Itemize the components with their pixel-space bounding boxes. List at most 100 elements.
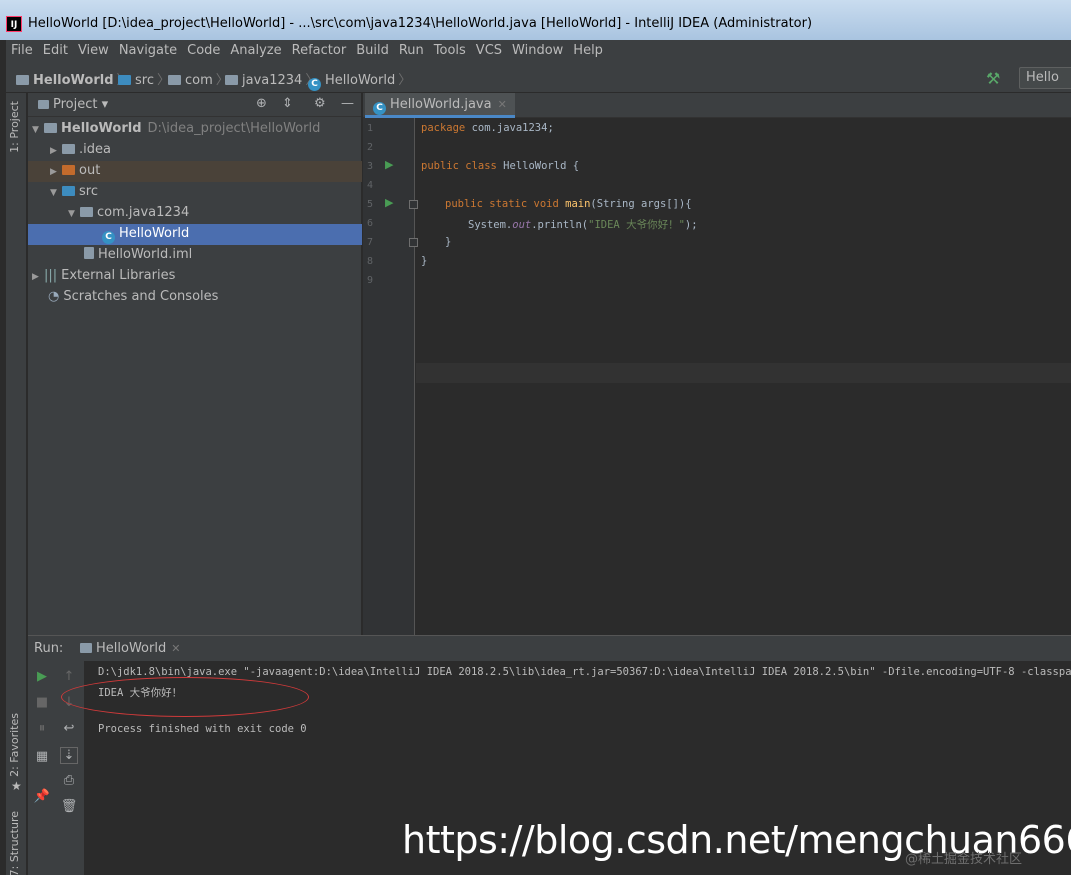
fold-icon[interactable] bbox=[409, 238, 418, 247]
line-number: 3 bbox=[367, 161, 374, 172]
breadcrumb-com[interactable]: com 〉 bbox=[168, 69, 232, 88]
line-number: 6 bbox=[367, 218, 374, 229]
pin-icon[interactable]: 📌 bbox=[33, 789, 51, 804]
breadcrumb-project[interactable]: HelloWorld〉 bbox=[16, 69, 133, 88]
folder-icon bbox=[44, 123, 57, 133]
hide-icon[interactable]: — bbox=[341, 96, 354, 111]
caret-line-highlight bbox=[416, 363, 1071, 383]
breadcrumb-src[interactable]: src 〉 bbox=[118, 69, 173, 88]
line-number: 8 bbox=[367, 256, 374, 267]
collapse-all-icon[interactable]: ⇕ bbox=[282, 96, 293, 111]
run-label: Run: bbox=[34, 641, 64, 656]
project-panel-header: Project ▾ ⊕ ⇕ ⚙ — bbox=[28, 93, 361, 117]
menu-file[interactable]: File bbox=[6, 40, 38, 63]
menu-analyze[interactable]: Analyze bbox=[225, 40, 286, 63]
fold-icon[interactable] bbox=[409, 200, 418, 209]
tree-item-helloworld-class[interactable]: C HelloWorld bbox=[28, 224, 362, 245]
tree-item-external-libraries[interactable]: ▶ ||| External Libraries bbox=[28, 266, 362, 287]
line-number: 1 bbox=[367, 123, 374, 134]
tree-item-idea[interactable]: ▶ .idea bbox=[28, 140, 362, 161]
chevron-right-icon: ▶ bbox=[32, 272, 39, 282]
line-number: 9 bbox=[367, 275, 374, 286]
close-icon[interactable]: ✕ bbox=[498, 98, 507, 111]
breadcrumb-java1234[interactable]: java1234〉 bbox=[225, 69, 321, 88]
code-line-6[interactable]: System.out.println("IDEA 大爷你好！"); bbox=[468, 217, 698, 232]
print-icon[interactable]: ⎙ bbox=[60, 773, 78, 788]
menu-window[interactable]: Window bbox=[507, 40, 568, 63]
tree-item-src[interactable]: ▼ src bbox=[28, 182, 362, 203]
star-icon: ★ bbox=[11, 779, 22, 793]
folder-icon bbox=[62, 144, 75, 154]
class-icon: C bbox=[373, 102, 386, 115]
package-icon bbox=[225, 75, 238, 85]
menu-navigate[interactable]: Navigate bbox=[114, 40, 182, 63]
code-line-7[interactable]: } bbox=[445, 236, 451, 248]
tree-item-project-root[interactable]: ▼ HelloWorld D:\idea_project\HelloWorld bbox=[28, 119, 362, 140]
package-icon bbox=[168, 75, 181, 85]
tree-item-package[interactable]: ▼ com.java1234 bbox=[28, 203, 362, 224]
line-number: 4 bbox=[367, 180, 374, 191]
gear-icon[interactable]: ⚙ bbox=[314, 96, 326, 111]
locate-icon[interactable]: ⊕ bbox=[256, 96, 267, 111]
chevron-down-icon: ▼ bbox=[32, 125, 39, 135]
menu-vcs[interactable]: VCS bbox=[471, 40, 507, 63]
trash-icon[interactable]: 🗑 bbox=[60, 799, 78, 814]
layout-icon[interactable]: ▦ bbox=[33, 749, 51, 764]
scroll-to-end-icon[interactable]: ⇣ bbox=[60, 747, 78, 764]
line-number: 2 bbox=[367, 142, 374, 153]
menu-build[interactable]: Build bbox=[351, 40, 394, 63]
console-command-line: D:\jdk1.8\bin\java.exe "-javaagent:D:\id… bbox=[98, 666, 1071, 678]
run-configuration-select[interactable]: Hello bbox=[1019, 67, 1071, 89]
chevron-down-icon: ▼ bbox=[50, 188, 57, 198]
class-icon: C bbox=[308, 78, 321, 91]
run-gutter-icon[interactable]: ▶ bbox=[385, 196, 393, 209]
menu-tools[interactable]: Tools bbox=[429, 40, 471, 63]
tree-item-out[interactable]: ▶ out bbox=[28, 161, 362, 182]
run-gutter-icon[interactable]: ▶ bbox=[385, 158, 393, 171]
folder-icon bbox=[62, 165, 75, 175]
window-title: HelloWorld [D:\idea_project\HelloWorld] … bbox=[28, 16, 813, 31]
menu-run[interactable]: Run bbox=[394, 40, 429, 63]
up-arrow-icon[interactable]: ↑ bbox=[60, 669, 78, 684]
code-line-1[interactable]: package com.java1234; bbox=[421, 122, 554, 134]
library-icon: ||| bbox=[44, 268, 58, 283]
editor-tab-bar: C HelloWorld.java ✕ bbox=[363, 93, 1071, 118]
tree-item-iml[interactable]: HelloWorld.iml bbox=[28, 245, 362, 266]
menu-view[interactable]: View bbox=[73, 40, 114, 63]
project-icon bbox=[38, 100, 49, 109]
line-number: 7 bbox=[367, 237, 374, 248]
code-line-3[interactable]: public class HelloWorld { bbox=[421, 160, 579, 172]
run-panel-header: Run: HelloWorld ✕ bbox=[28, 636, 1071, 661]
menu-help[interactable]: Help bbox=[568, 40, 608, 63]
menu-edit[interactable]: Edit bbox=[38, 40, 73, 63]
folder-icon bbox=[118, 75, 131, 85]
breadcrumb-class[interactable]: C HelloWorld 〉 bbox=[308, 69, 414, 91]
menu-bar: File Edit View Navigate Code Analyze Ref… bbox=[6, 40, 1071, 63]
menu-refactor[interactable]: Refactor bbox=[287, 40, 352, 63]
pause-icon[interactable]: ⏸ bbox=[33, 721, 51, 736]
tab-helloworld-java[interactable]: C HelloWorld.java ✕ bbox=[365, 93, 515, 118]
stop-icon[interactable]: ■ bbox=[33, 695, 51, 710]
build-hammer-icon[interactable]: ⚒ bbox=[986, 69, 1000, 88]
close-icon[interactable]: ✕ bbox=[171, 642, 180, 655]
rerun-icon[interactable]: ▶ bbox=[33, 669, 51, 684]
code-line-5[interactable]: public static void main(String args[]){ bbox=[445, 198, 692, 210]
module-file-icon bbox=[84, 247, 94, 259]
soft-wrap-icon[interactable]: ↩ bbox=[60, 721, 78, 736]
line-number: 5 bbox=[367, 199, 374, 210]
menu-code[interactable]: Code bbox=[182, 40, 225, 63]
code-editor: C HelloWorld.java ✕ 1 2 3 4 5 6 7 8 9 ▶ ▶ … bbox=[363, 93, 1071, 635]
tab-project-tool[interactable]: 1: Project bbox=[8, 101, 21, 153]
watermark-sub: @稀土掘金技术社区 bbox=[905, 852, 1023, 867]
code-line-8[interactable]: } bbox=[421, 255, 427, 267]
chevron-right-icon: ▶ bbox=[50, 167, 57, 177]
chevron-down-icon: ▼ bbox=[68, 209, 75, 219]
title-bar: IJ HelloWorld [D:\idea_project\HelloWorl… bbox=[0, 0, 1071, 40]
run-tab-helloworld[interactable]: HelloWorld ✕ bbox=[76, 636, 189, 661]
project-view-selector[interactable]: Project ▾ bbox=[38, 97, 108, 112]
tab-structure-tool[interactable]: 7: Structure bbox=[8, 811, 21, 875]
tab-favorites-tool[interactable]: 2: Favorites bbox=[8, 713, 21, 777]
left-tool-strip: 1: Project 2: Favorites ★ 7: Structure bbox=[6, 93, 27, 875]
scratches-icon: ◔ bbox=[48, 289, 60, 304]
tree-item-scratches[interactable]: ◔ Scratches and Consoles bbox=[28, 287, 362, 308]
